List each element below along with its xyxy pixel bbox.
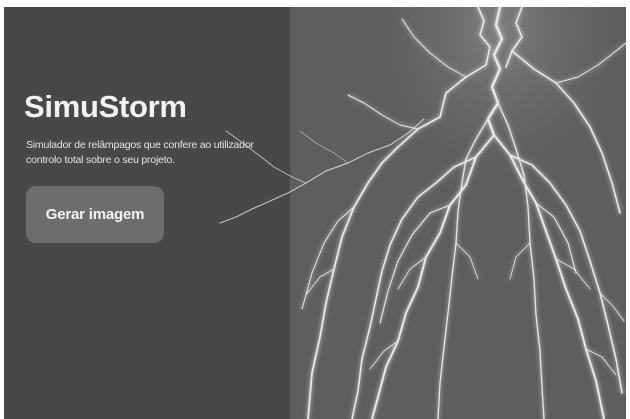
lightning-illustration xyxy=(290,7,626,419)
app-frame: SimuStorm Simulador de relâmpagos que co… xyxy=(4,7,626,419)
generate-image-button[interactable]: Gerar imagem xyxy=(26,186,164,243)
hero-panel: SimuStorm Simulador de relâmpagos que co… xyxy=(4,7,290,419)
lightning-image xyxy=(290,7,626,419)
app-title: SimuStorm xyxy=(24,89,187,124)
app-description: Simulador de relâmpagos que confere ao u… xyxy=(26,139,254,166)
